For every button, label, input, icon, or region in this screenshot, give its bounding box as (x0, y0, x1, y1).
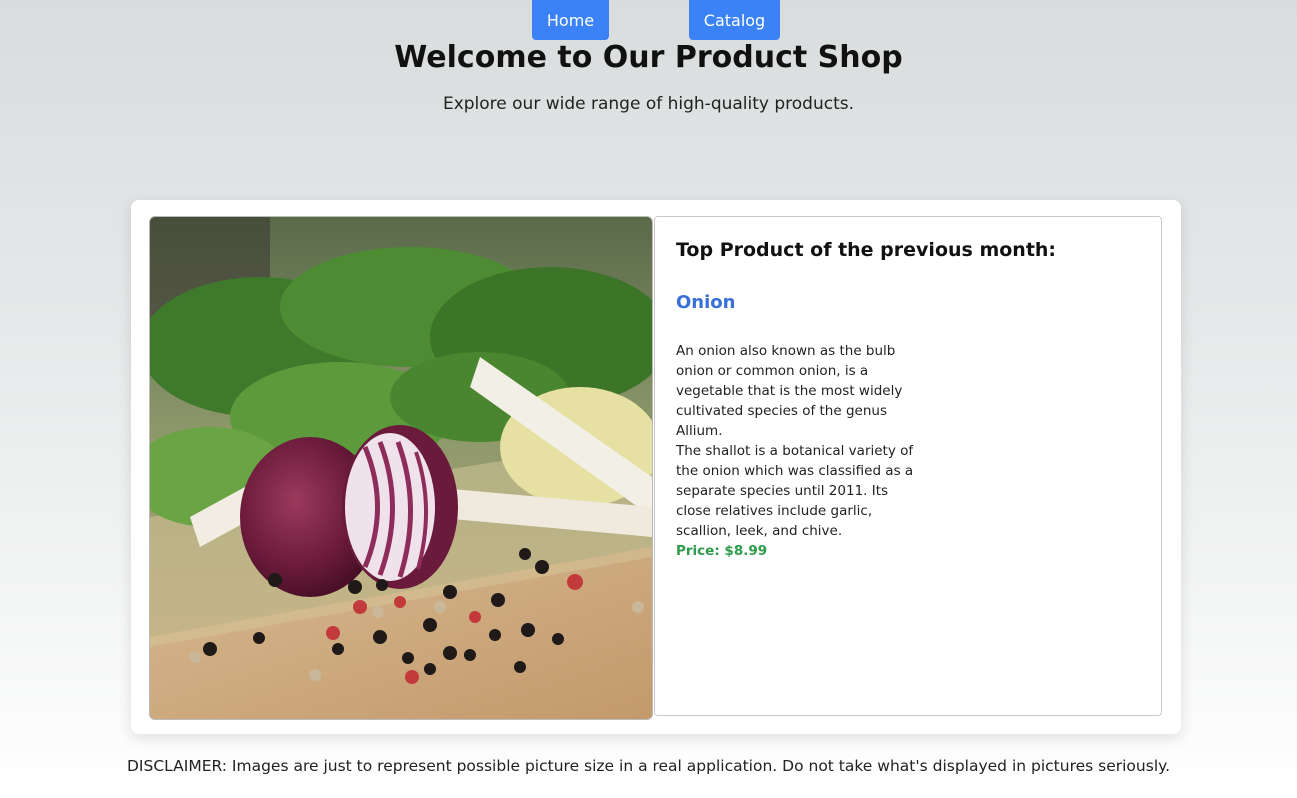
page-subtitle: Explore our wide range of high-quality p… (442, 94, 855, 114)
product-description: An onion also known as the bulb onion or… (676, 341, 916, 561)
disclaimer-text: DISCLAIMER: Images are just to represent… (126, 757, 1171, 775)
description-paragraph-1: An onion also known as the bulb onion or… (676, 343, 903, 439)
onion-photo-icon (150, 217, 652, 719)
page-title: Welcome to Our Product Shop (394, 40, 903, 75)
top-product-heading: Top Product of the previous month: (676, 239, 1057, 261)
featured-product-card: Top Product of the previous month: Onion… (131, 200, 1181, 734)
product-name: Onion (676, 292, 736, 313)
product-image (149, 216, 653, 720)
description-paragraph-2: The shallot is a botanical variety of th… (676, 443, 914, 539)
product-info-panel: Top Product of the previous month: Onion… (654, 216, 1162, 716)
product-price: Price: $8.99 (676, 543, 768, 559)
home-button[interactable]: Home (532, 0, 609, 40)
catalog-button[interactable]: Catalog (689, 0, 780, 40)
